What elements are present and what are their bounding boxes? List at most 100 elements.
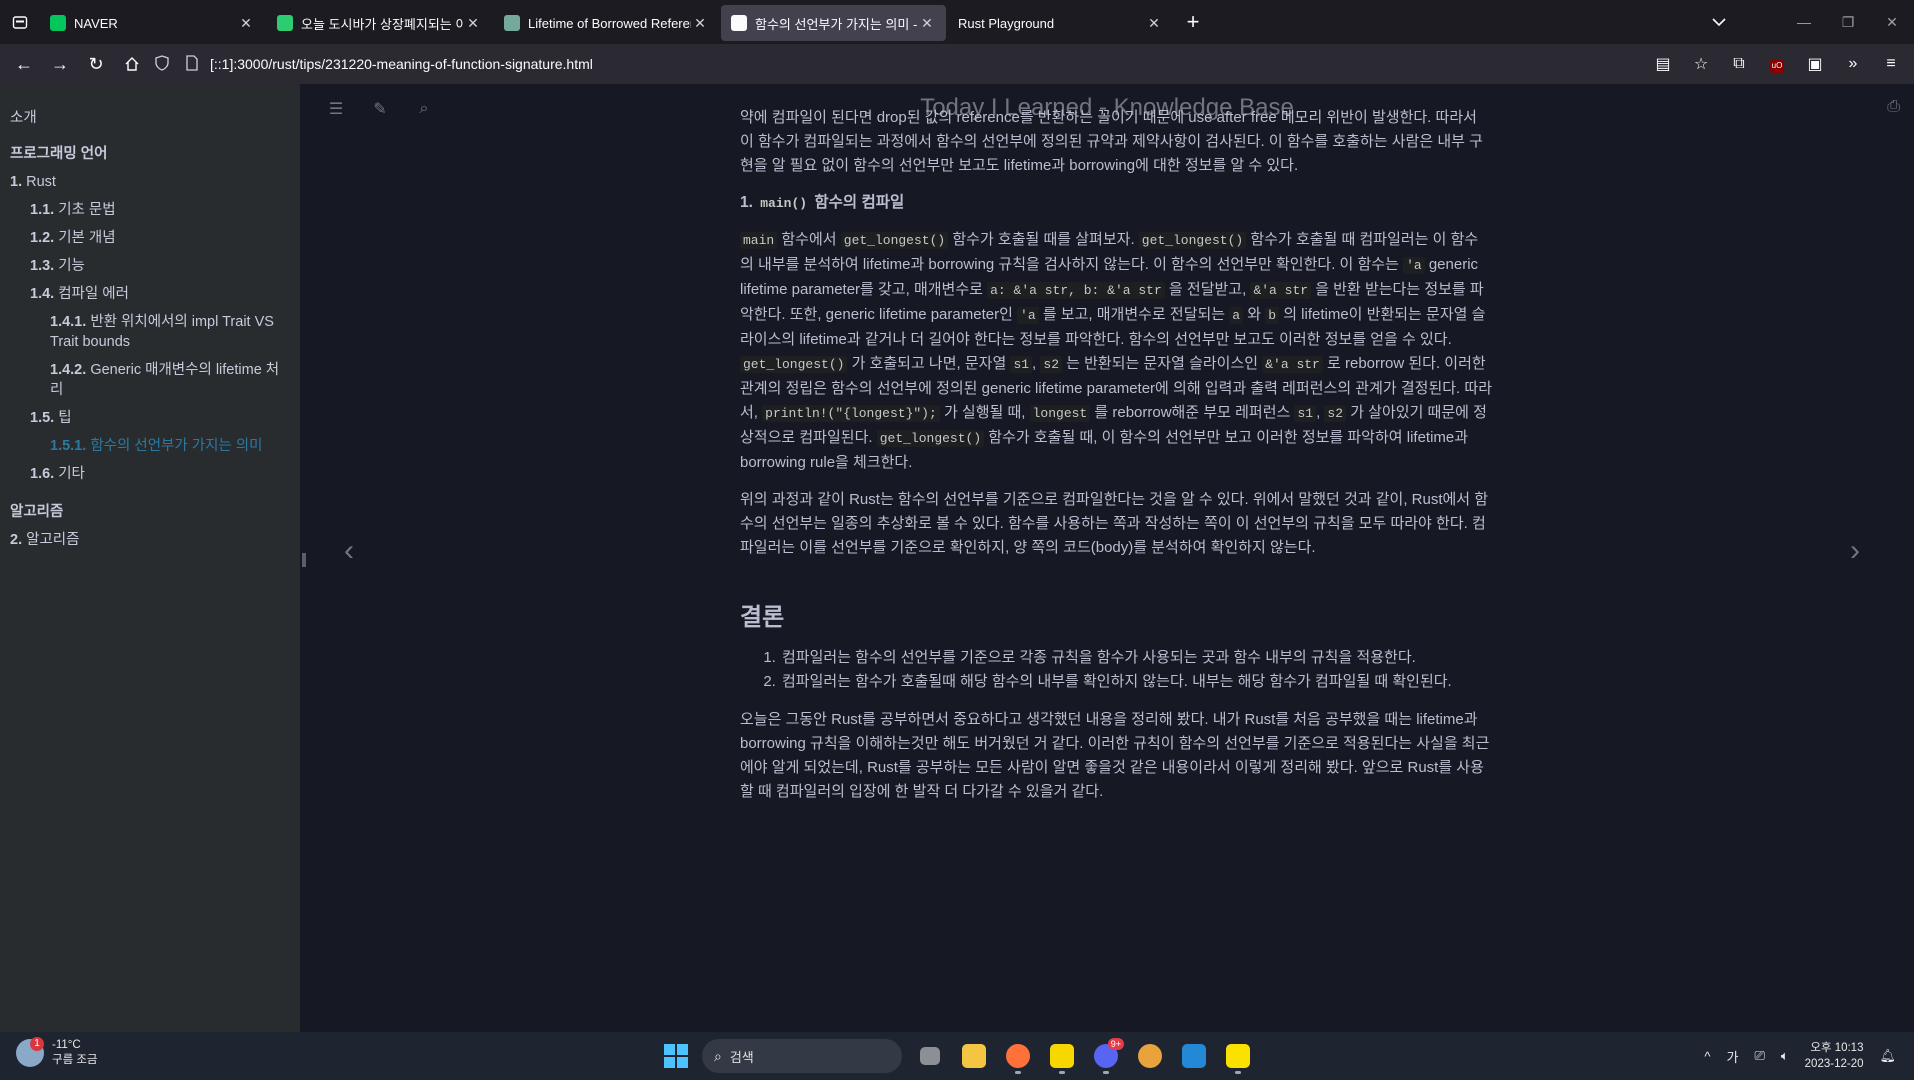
file-explorer-icon[interactable] [952, 1036, 996, 1076]
character-app-icon[interactable] [1128, 1036, 1172, 1076]
list-item: 컴파일러는 함수의 선언부를 기준으로 각종 규칙을 함수가 사용되는 곳과 함… [780, 646, 1492, 670]
vscode-icon[interactable] [1172, 1036, 1216, 1076]
back-icon[interactable]: ← [6, 48, 42, 80]
list-all-tabs-icon[interactable] [1712, 0, 1726, 44]
sidebar-item-number: 1.5. [30, 410, 55, 426]
sidebar-item-number: 1.5.1. [50, 438, 87, 454]
tab-title: 오늘 도시바가 상장폐지되는 이 [301, 16, 464, 32]
restore-icon[interactable]: ❐ [1826, 14, 1870, 31]
browser-tab[interactable]: Rust Playground ✕ [948, 5, 1173, 41]
sidebar-item-label: 기능 [58, 258, 85, 274]
section-heading: 1. main() 함수의 컴파일 [740, 191, 1492, 216]
app-menu-icon[interactable]: ≡ [1872, 55, 1910, 73]
browser-tab[interactable]: NAVER ✕ [40, 5, 265, 41]
book-icon [731, 15, 747, 31]
network-icon[interactable]: ⎚ [1754, 1048, 1764, 1064]
sidebar-item[interactable]: 소개 [0, 104, 300, 132]
print-icon[interactable]: ⎙ [1887, 98, 1900, 116]
sidebar-item[interactable]: 1.3. 기능 [0, 252, 300, 280]
home-icon[interactable] [114, 48, 150, 80]
sidebar-item[interactable]: 1. Rust [0, 168, 300, 196]
sidebar-item[interactable]: 1.5. 팁 [0, 404, 300, 432]
search-icon: ⌕ [714, 1047, 722, 1064]
more-tools-icon[interactable]: » [1834, 55, 1872, 73]
tray-overflow-icon[interactable]: ^ [1704, 1049, 1710, 1064]
sidebar-resize-handle[interactable] [302, 553, 306, 567]
ublock-icon[interactable]: uO [1758, 55, 1796, 73]
shield-icon[interactable] [150, 54, 174, 74]
inline-code: &'a str [1262, 356, 1323, 373]
start-button[interactable] [656, 1036, 696, 1076]
inline-code: a [1229, 307, 1244, 324]
sidebar-item[interactable]: 2. 알고리즘 [0, 526, 300, 554]
reader-view-icon[interactable]: ▤ [1644, 54, 1682, 74]
inline-code: &'a str [1250, 282, 1312, 299]
reload-icon[interactable]: ↻ [78, 48, 114, 80]
discord-icon[interactable]: 9+ [1084, 1036, 1128, 1076]
sidebar-item[interactable]: 1.4. 컴파일 에러 [0, 280, 300, 308]
close-tab-icon[interactable]: ✕ [691, 15, 709, 32]
browser-tab[interactable]: Lifetime of Borrowed Referenc ✕ [494, 5, 719, 41]
browser-tab[interactable]: 함수의 선언부가 가지는 의미 - ✕ [721, 5, 946, 41]
tab-title: Rust Playground [958, 15, 1055, 31]
close-tab-icon[interactable]: ✕ [237, 15, 255, 32]
search-icon[interactable]: ⌕ [402, 100, 446, 118]
close-tab-icon[interactable]: ✕ [918, 15, 936, 32]
sidebar-item-number: 1.4. [30, 286, 55, 302]
sidebar-item[interactable]: 1.5.1. 함수의 선언부가 가지는 의미 [0, 432, 300, 460]
theme-brush-icon[interactable]: ✎ [358, 99, 402, 119]
article: 약에 컴파일이 된다면 drop된 값의 reference를 반환하는 꼴이기… [740, 108, 1492, 817]
inline-code: get_longest() [840, 232, 949, 249]
sidebar-item-label: 소개 [10, 110, 37, 126]
paragraph: main 함수에서 get_longest() 함수가 호출될 때를 살펴보자.… [740, 228, 1492, 475]
sidebar-item-label: 기초 문법 [58, 202, 116, 218]
weather-temperature: -11°C [52, 1039, 81, 1051]
toggle-sidebar-icon[interactable]: ☰ [314, 99, 358, 119]
url-text[interactable]: [::1]:3000/rust/tips/231220-meaning-of-f… [210, 56, 593, 72]
minimize-icon[interactable]: — [1782, 14, 1826, 30]
page-info-icon[interactable] [180, 54, 204, 74]
text-run: 가 호출되고 나면, 문자열 [847, 355, 1011, 372]
sidebar-item[interactable]: 1.1. 기초 문법 [0, 196, 300, 224]
tab-title: Lifetime of Borrowed Referenc [528, 15, 691, 31]
sidebar-item[interactable]: 1.4.2. Generic 매개변수의 lifetime 처리 [0, 356, 300, 404]
previous-chapter-icon[interactable]: ‹ [344, 534, 354, 568]
notification-bell-icon[interactable]: 🔔︎ [1879, 1048, 1896, 1064]
weather-cloud-icon: 1 [16, 1037, 44, 1067]
close-window-icon[interactable]: ✕ [1870, 14, 1914, 31]
forward-icon[interactable]: → [42, 48, 78, 80]
sidebar-item-number: 1.3. [30, 258, 55, 274]
clock[interactable]: 오후 10:13 2023-12-20 [1805, 1040, 1864, 1072]
sticky-notes-icon[interactable] [1040, 1036, 1084, 1076]
naver-icon [50, 15, 66, 31]
ime-indicator[interactable]: 가 [1726, 1047, 1738, 1066]
text-run: 를 보고, 매개변수로 전달되는 [1038, 306, 1230, 323]
sidebar-item[interactable]: 1.6. 기타 [0, 460, 300, 488]
chatgpt-icon [504, 15, 520, 31]
bookmark-star-icon[interactable]: ☆ [1682, 54, 1720, 74]
volume-icon[interactable]: 🔈︎ [1781, 1048, 1789, 1064]
sidebar-item[interactable]: 1.4.1. 반환 위치에서의 impl Trait VS Trait boun… [0, 308, 300, 356]
inline-code: s1 [1010, 356, 1033, 373]
heading-code: main() [760, 196, 808, 211]
close-tab-icon[interactable]: ✕ [464, 15, 482, 32]
page-content: 소개 프로그래밍 언어 1. Rust 1.1. 기초 문법 1.2. 기본 개념 1.3… [0, 84, 1914, 1032]
url-bar[interactable]: [::1]:3000/rust/tips/231220-meaning-of-f… [150, 48, 1666, 80]
weather-widget[interactable]: 1 -11°C 구름 조금 [16, 1037, 98, 1068]
sidebar-item[interactable]: 1.2. 기본 개념 [0, 224, 300, 252]
extensions-icon[interactable]: ⧉ [1720, 55, 1758, 73]
picture-in-picture-icon[interactable]: ▣ [1796, 54, 1834, 74]
taskbar-search[interactable]: ⌕ 검색 [702, 1039, 902, 1073]
heading-text: 함수의 컴파일 [814, 194, 905, 211]
inline-code: s2 [1040, 356, 1062, 373]
sidebar-item-label: 컴파일 에러 [58, 286, 129, 302]
sidebar-part-title: 프로그래밍 언어 [0, 140, 300, 168]
browser-tab[interactable]: 오늘 도시바가 상장폐지되는 이 ✕ [267, 5, 492, 41]
kakaotalk-icon[interactable] [1216, 1036, 1260, 1076]
next-chapter-icon[interactable]: › [1850, 534, 1860, 568]
firefox-icon[interactable] [996, 1036, 1040, 1076]
close-tab-icon[interactable]: ✕ [1145, 15, 1163, 32]
new-tab-button[interactable]: + [1175, 4, 1211, 40]
firefox-view-icon[interactable] [0, 0, 40, 44]
task-view-icon[interactable] [908, 1036, 952, 1076]
